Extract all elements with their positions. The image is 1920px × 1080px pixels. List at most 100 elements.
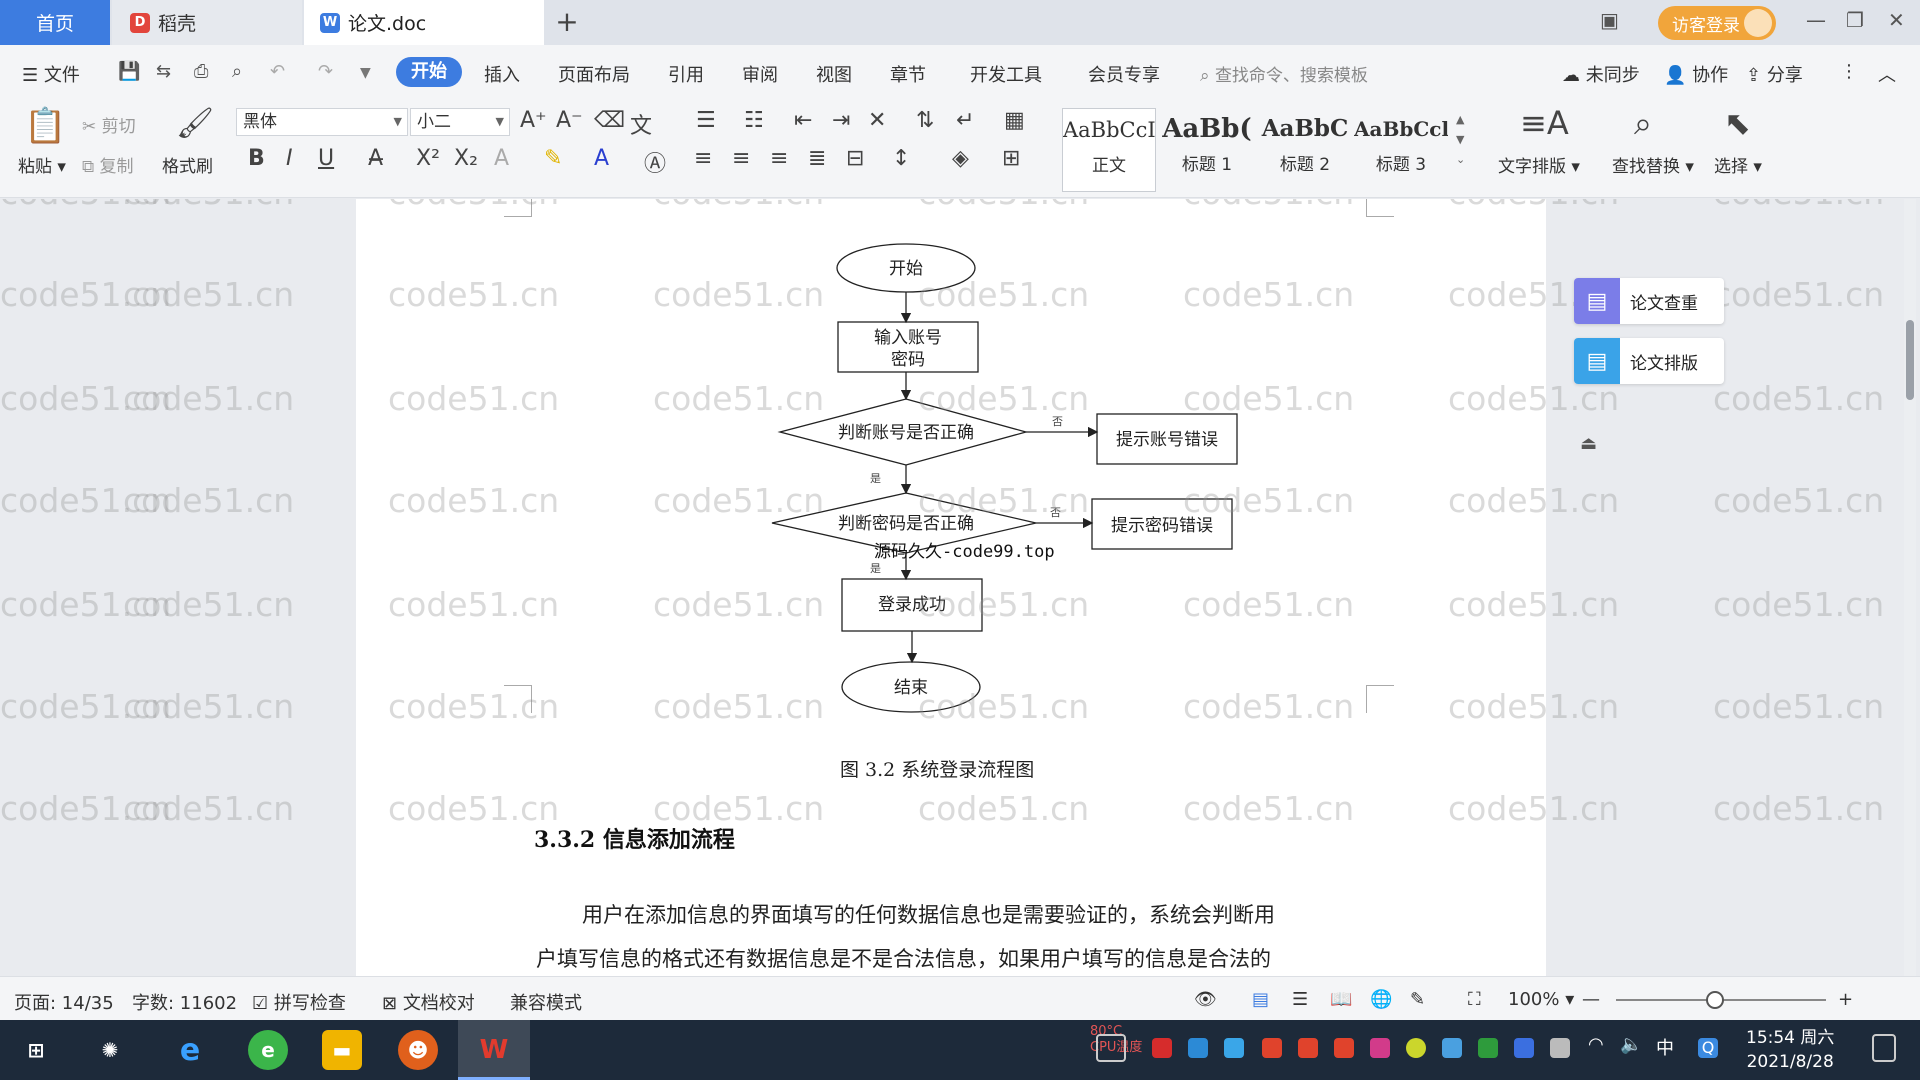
select-cursor-icon[interactable]: ⬉ [1724, 104, 1751, 142]
battery-icon[interactable] [1550, 1038, 1570, 1058]
page-indicator[interactable]: 页面: 14/35 [14, 989, 114, 1015]
font-color-icon[interactable]: A [594, 146, 609, 171]
cut-button[interactable]: ✂ 剪切 [82, 112, 136, 137]
fit-page-icon[interactable]: ⛶ [1468, 989, 1481, 1010]
tab-chapter[interactable]: 章节 [890, 61, 926, 87]
format-painter-button[interactable]: 格式刷 [162, 152, 213, 177]
save-icon[interactable]: 💾 [118, 61, 140, 82]
word-count[interactable]: 字数: 11602 [132, 989, 237, 1015]
find-replace-icon[interactable]: ⌕ [1634, 104, 1652, 143]
reading-view-icon[interactable]: 📖 [1330, 989, 1352, 1010]
print-icon[interactable]: ⎙ [194, 61, 208, 82]
underline-icon[interactable]: U [318, 146, 334, 171]
sync-button[interactable]: ☁ 未同步 [1562, 61, 1640, 87]
paste-button[interactable]: 粘贴 ▾ [18, 152, 66, 177]
align-right-icon[interactable]: ≡ [770, 146, 788, 171]
font-size-select[interactable]: 小二 ▼ [410, 108, 510, 136]
share-button[interactable]: ⇪ 分享 [1746, 61, 1803, 87]
minimize-icon[interactable]: — [1806, 8, 1826, 32]
quick-access-dropdown-icon[interactable]: ▼ [360, 65, 371, 81]
highlight-icon[interactable]: ✎ [544, 146, 562, 171]
tab-member[interactable]: 会员专享 [1088, 61, 1160, 87]
font-name-select[interactable]: 黑体 ▼ [236, 108, 408, 136]
shading-icon[interactable]: ◈ [952, 146, 969, 171]
window-layout-icon[interactable]: ▣ [1600, 8, 1619, 32]
justify-icon[interactable]: ≣ [808, 146, 826, 171]
undo-icon[interactable]: ↶ [270, 61, 285, 82]
tab-insert[interactable]: 插入 [484, 61, 520, 87]
more-icon[interactable]: ⋮ [1840, 61, 1858, 82]
paste-icon[interactable]: 📋 [24, 106, 66, 146]
shrink-font-icon[interactable]: A⁻ [556, 108, 583, 133]
text-layout-button[interactable]: 文字排版 ▾ [1498, 152, 1580, 177]
print-preview-icon[interactable]: ⌕ [232, 61, 242, 82]
notification-center-icon[interactable] [1872, 1034, 1896, 1062]
zoom-slider-knob[interactable] [1706, 991, 1724, 1009]
collab-button[interactable]: 👤 协作 [1664, 61, 1728, 87]
line-spacing-icon[interactable]: ↕ [892, 146, 910, 171]
italic-icon[interactable]: I [286, 146, 293, 171]
qq-icon-3[interactable] [1334, 1038, 1354, 1058]
zoom-out-icon[interactable]: — [1582, 989, 1600, 1010]
paper-check-button[interactable]: ▤ 论文查重 [1574, 278, 1724, 324]
page-view-icon[interactable]: ▤ [1252, 989, 1269, 1010]
ime-app-icon[interactable]: Q [1698, 1038, 1718, 1058]
chinese-layout-icon[interactable]: ✕ [868, 108, 886, 133]
file-menu[interactable]: ☰ 文件 [22, 61, 80, 87]
tab-review[interactable]: 审阅 [742, 61, 778, 87]
system-clock[interactable]: 15:54 周六 2021/8/28 [1746, 1026, 1834, 1074]
doc-proof-button[interactable]: ⊠ 文档校对 [382, 989, 475, 1015]
redo-icon[interactable]: ↷ [318, 61, 333, 82]
paper-layout-button[interactable]: ▤ 论文排版 [1574, 338, 1724, 384]
bold-icon[interactable]: B [248, 146, 265, 171]
write-mode-icon[interactable]: ✎ [1410, 989, 1425, 1010]
distribute-icon[interactable]: ⊟ [846, 146, 864, 171]
tray-app-icon-3[interactable] [1442, 1038, 1462, 1058]
restore-icon[interactable]: ❐ [1846, 8, 1864, 32]
strikethrough-icon[interactable]: A̶ [368, 146, 383, 171]
ime-indicator[interactable]: 中 [1656, 1034, 1676, 1059]
shield-icon[interactable] [1224, 1038, 1244, 1058]
styles-scroll-icon[interactable]: ▲ ▼ ⌄ [1456, 110, 1465, 170]
wifi-icon[interactable]: ◠ [1588, 1034, 1608, 1055]
align-left-icon[interactable]: ≡ [694, 146, 712, 171]
new-tab-button[interactable]: + [550, 6, 584, 40]
tab-daoke[interactable]: D 稻壳 [112, 0, 302, 45]
tab-home[interactable]: 首页 [0, 0, 110, 45]
tab-document[interactable]: W 论文.doc [304, 0, 544, 45]
vertical-scrollbar[interactable] [1904, 199, 1916, 976]
subscript-icon[interactable]: X₂ [454, 146, 478, 171]
style-normal[interactable]: AaBbCcI 正文 [1062, 108, 1156, 192]
find-replace-button[interactable]: 查找替换 ▾ [1612, 152, 1694, 177]
qq-icon-2[interactable] [1298, 1038, 1318, 1058]
share-doc-icon[interactable]: ⇆ [156, 61, 171, 82]
tab-start[interactable]: 开始 [396, 57, 462, 87]
text-layout-icon[interactable]: ≡A [1520, 104, 1569, 142]
style-heading-1[interactable]: AaBb( 标题 1 [1160, 108, 1254, 192]
style-heading-2[interactable]: AaBbC 标题 2 [1258, 108, 1352, 192]
increase-indent-icon[interactable]: ⇥ [832, 108, 850, 133]
eye-protect-icon[interactable]: 👁 [1194, 989, 1217, 1010]
table-icon[interactable]: ▦ [1004, 108, 1025, 133]
wps-office-icon[interactable]: W [474, 1030, 514, 1070]
windows-start-icon[interactable]: ⊞ [16, 1030, 56, 1070]
monitor-widget-icon[interactable] [1096, 1034, 1126, 1062]
align-center-icon[interactable]: ≡ [732, 146, 750, 171]
tab-developer[interactable]: 开发工具 [970, 61, 1042, 87]
qq-icon-4[interactable] [1370, 1038, 1390, 1058]
select-button[interactable]: 选择 ▾ [1714, 152, 1762, 177]
numbered-list-icon[interactable]: ☷ [744, 108, 764, 133]
plus-app-icon[interactable] [1406, 1038, 1426, 1058]
bluetooth-icon[interactable] [1514, 1038, 1534, 1058]
tab-page-layout[interactable]: 页面布局 [558, 61, 630, 87]
web-view-icon[interactable]: 🌐 [1370, 989, 1392, 1010]
sort-icon[interactable]: ⇅ [916, 108, 934, 133]
volume-icon[interactable]: 🔈 [1620, 1034, 1642, 1055]
bullet-list-icon[interactable]: ☰ [696, 108, 716, 133]
clear-format-icon[interactable]: ⌫ [594, 108, 625, 133]
superscript-icon[interactable]: X² [416, 146, 440, 171]
tray-app-icon-2[interactable] [1188, 1038, 1208, 1058]
phonetic-icon[interactable]: 文 [630, 108, 652, 140]
collapse-ribbon-icon[interactable]: ︿ [1878, 61, 1896, 87]
360-browser-icon[interactable]: e [248, 1030, 288, 1070]
